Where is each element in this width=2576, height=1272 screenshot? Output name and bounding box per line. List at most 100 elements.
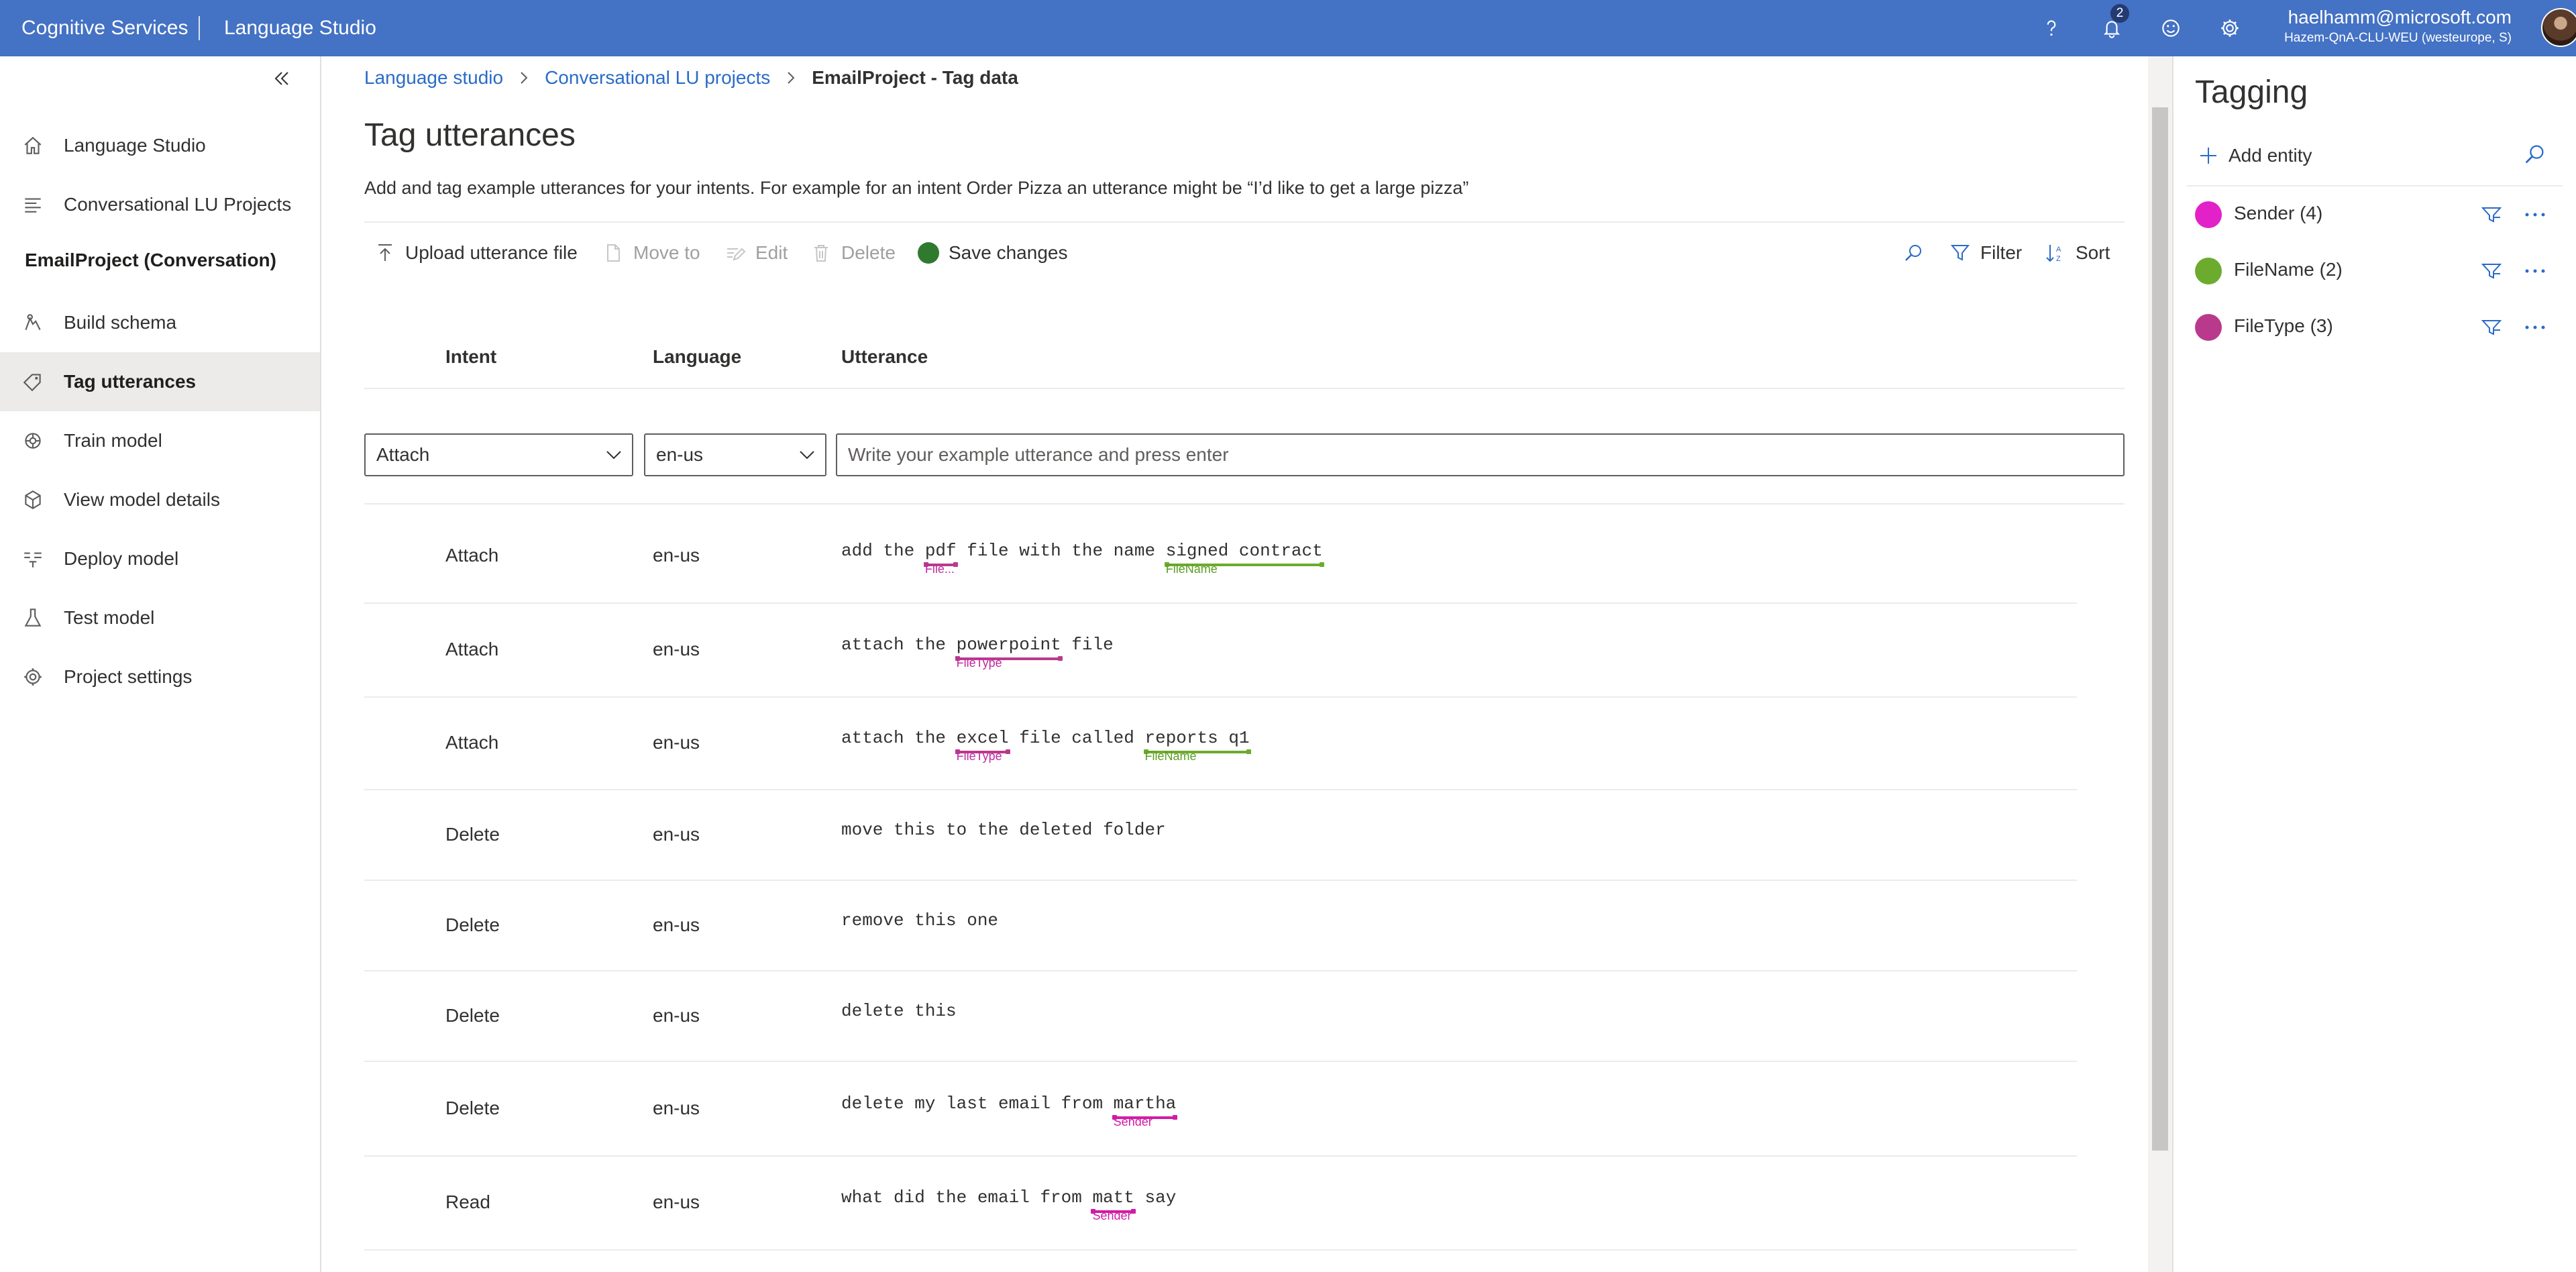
row-utterance[interactable]: move this to the deleted folder	[841, 820, 1166, 840]
sort-button[interactable]: AZ Sort	[2045, 236, 2110, 270]
row-utterance[interactable]: delete my last email from martha Sender	[841, 1093, 1177, 1128]
avatar[interactable]	[2541, 8, 2576, 47]
add-icon	[2200, 148, 2216, 164]
save-changes-button[interactable]: Save changes	[918, 236, 1067, 270]
collapse-nav-icon[interactable]	[271, 68, 291, 89]
nav-label: Tag utterances	[64, 371, 197, 392]
row-utterance[interactable]: attach the powerpoint FileType file	[841, 635, 1114, 670]
entity-span-filetype[interactable]: pdf File...	[923, 541, 958, 576]
entity-text: reports q1	[1144, 728, 1250, 748]
app-name[interactable]: Language Studio	[224, 0, 376, 56]
row-utterance[interactable]: attach the excel FileType file called rep…	[841, 728, 1251, 763]
row-language: en-us	[653, 1097, 700, 1118]
page-title: Tag utterances	[364, 117, 576, 153]
entity-color-dot	[2195, 258, 2222, 284]
entity-filter-icon[interactable]	[2481, 260, 2502, 282]
entity-name: FileName (2)	[2234, 259, 2343, 280]
entity-filter-icon[interactable]	[2481, 204, 2502, 225]
entity-text: signed contract	[1165, 541, 1323, 561]
entity-text: pdf	[924, 541, 957, 561]
table-row[interactable]: Read en-us what did the email from matt Sen…	[364, 1155, 2077, 1251]
breadcrumb-language-studio[interactable]: Language studio	[364, 67, 503, 89]
upload-utterance-file-button[interactable]: Upload utterance file	[374, 236, 578, 270]
more-options-icon[interactable]	[2522, 258, 2548, 284]
flask-icon	[21, 606, 44, 629]
intent-dropdown[interactable]: Attach	[364, 433, 633, 476]
breadcrumb-conversational-lu-projects[interactable]: Conversational LU projects	[545, 67, 770, 89]
entity-span-sender[interactable]: martha Sender	[1112, 1093, 1177, 1128]
filter-icon	[1950, 245, 1970, 261]
more-options-icon[interactable]	[2522, 314, 2548, 341]
feedback-smiley-icon[interactable]	[2155, 12, 2187, 44]
table-row[interactable]: Attach en-us attach the excel FileType file…	[364, 696, 2077, 790]
entity-span-filename[interactable]: signed contract FileName	[1164, 541, 1324, 576]
column-header-utterance[interactable]: Utterance	[841, 346, 928, 368]
service-name[interactable]: Cognitive Services	[21, 0, 188, 56]
row-intent: Attach	[445, 639, 499, 659]
utterance-input[interactable]	[836, 433, 2125, 476]
nav-item-project-settings[interactable]: Project settings	[0, 647, 320, 706]
delete-button[interactable]: Delete	[810, 236, 896, 270]
nav-item-train-model[interactable]: Train model	[0, 411, 320, 470]
row-utterance[interactable]: what did the email from matt Sender say	[841, 1187, 1176, 1222]
language-dropdown-value: en-us	[656, 444, 704, 465]
table-row[interactable]: Attach en-us attach the powerpoint FileType…	[364, 602, 2077, 698]
nav-item-build-schema[interactable]: Build schema	[0, 293, 320, 352]
entity-tag-label: File...	[924, 562, 955, 576]
utterance-text: add the	[841, 541, 925, 561]
search-button[interactable]	[1902, 236, 1933, 270]
entity-tag-label: Sender	[1092, 1209, 1132, 1222]
nav-label: Train model	[64, 430, 162, 451]
entity-text: powerpoint	[956, 635, 1061, 655]
table-row[interactable]: Delete en-us remove this one	[364, 880, 2077, 971]
nav-item-tag-utterances[interactable]: Tag utterances	[0, 352, 320, 411]
entity-span-filename[interactable]: reports q1 FileName	[1143, 728, 1251, 763]
row-language: en-us	[653, 823, 700, 845]
entity-span-filetype[interactable]: excel FileType	[955, 728, 1010, 763]
row-utterance[interactable]: delete this	[841, 1001, 957, 1021]
main-scrollbar-thumb[interactable]	[2152, 107, 2168, 1151]
entity-name: FileType (3)	[2234, 315, 2333, 336]
entity-span-sender[interactable]: matt Sender	[1091, 1187, 1136, 1222]
search-icon	[1905, 245, 1921, 261]
user-tenant[interactable]: Hazem-QnA-CLU-WEU (westeurope, S)	[2284, 31, 2512, 46]
table-row[interactable]: Attach en-us add the pdf File... file with …	[364, 509, 2077, 604]
nav-label: Project settings	[64, 666, 193, 687]
row-intent: Attach	[445, 545, 499, 566]
entity-span-filetype[interactable]: powerpoint FileType	[955, 635, 1063, 670]
add-entity-button[interactable]: Add entity	[2198, 141, 2312, 170]
utterance-text: remove this one	[841, 910, 999, 931]
entity-item-filename[interactable]: FileName (2)	[2195, 247, 2557, 294]
user-email[interactable]: haelhamm@microsoft.com	[2288, 7, 2512, 28]
nav-item-deploy-model[interactable]: Deploy model	[0, 529, 320, 588]
entity-text: matt	[1092, 1187, 1134, 1208]
column-header-language[interactable]: Language	[653, 346, 741, 368]
entity-filter-icon[interactable]	[2481, 317, 2502, 338]
column-header-intent[interactable]: Intent	[445, 346, 496, 368]
settings-gear-icon[interactable]	[2214, 12, 2246, 44]
row-intent: Delete	[445, 914, 500, 935]
entity-text: martha	[1113, 1093, 1177, 1114]
chevron-down-icon	[606, 451, 621, 460]
nav-item-view-model-details[interactable]: View model details	[0, 470, 320, 529]
nav-item-language-studio[interactable]: Language Studio	[0, 116, 320, 175]
more-options-icon[interactable]	[2522, 201, 2548, 228]
nav-item-conversational-lu-projects[interactable]: Conversational LU Projects	[0, 175, 320, 234]
edit-button[interactable]: Edit	[724, 236, 788, 270]
nav-item-test-model[interactable]: Test model	[0, 588, 320, 647]
table-row[interactable]: Delete en-us move this to the deleted fold…	[364, 789, 2077, 881]
language-dropdown[interactable]: en-us	[644, 433, 826, 476]
row-utterance[interactable]: remove this one	[841, 910, 998, 931]
filter-button[interactable]: Filter	[1949, 236, 2022, 270]
move-to-button[interactable]: Move to	[602, 236, 700, 270]
help-icon[interactable]	[2035, 12, 2068, 44]
row-utterance[interactable]: add the pdf File... file with the name si…	[841, 541, 1324, 576]
nav-label: Build schema	[64, 312, 177, 333]
entity-item-filetype[interactable]: FileType (3)	[2195, 303, 2557, 350]
entity-tag-label: Sender	[1113, 1114, 1152, 1128]
table-row[interactable]: Delete en-us delete this	[364, 970, 2077, 1062]
entity-search-icon[interactable]	[2522, 142, 2546, 166]
utterance-text: delete my last email from	[841, 1093, 1114, 1114]
table-row[interactable]: Delete en-us delete my last email from mar…	[364, 1061, 2077, 1157]
entity-item-sender[interactable]: Sender (4)	[2195, 191, 2557, 237]
